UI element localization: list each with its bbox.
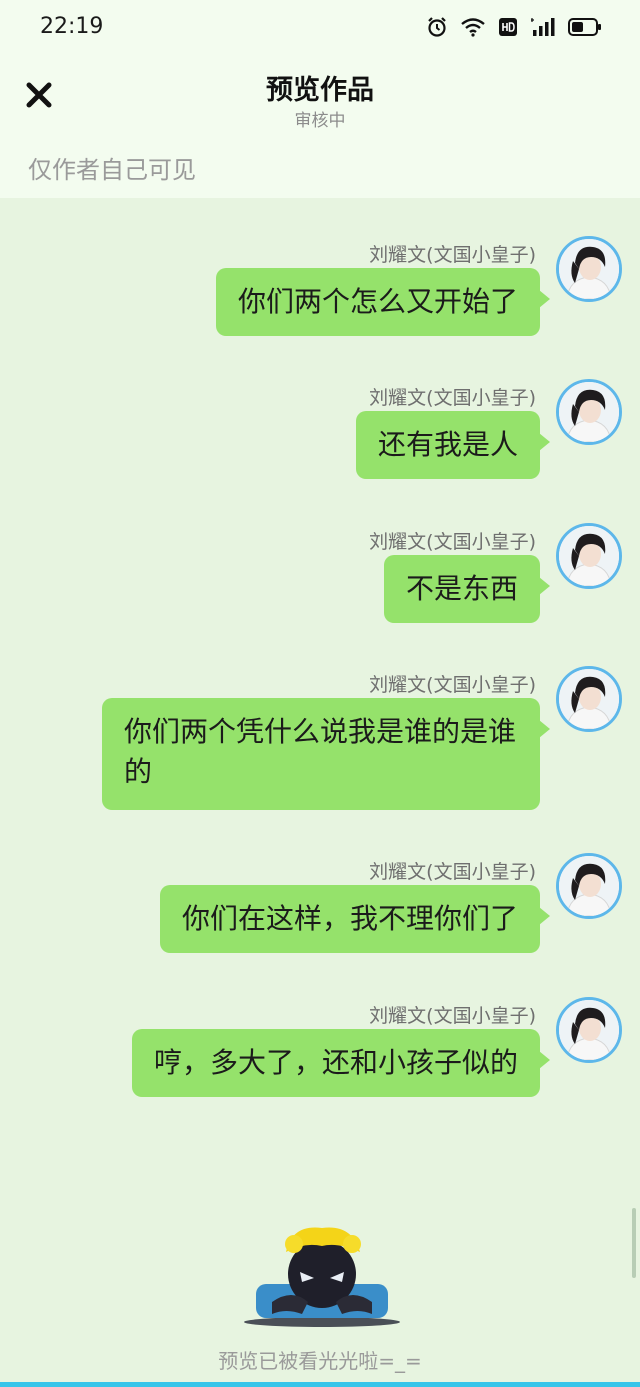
signal-4g-icon bbox=[531, 18, 555, 36]
message-bubble[interactable]: 还有我是人 bbox=[355, 411, 550, 479]
message-bubble[interactable]: 你们两个凭什么说我是谁的是谁的 bbox=[102, 698, 550, 810]
avatar[interactable] bbox=[556, 523, 622, 589]
sender-name: 刘耀文(文国小皇子) bbox=[369, 861, 536, 883]
hd-icon bbox=[499, 18, 517, 36]
sender-name: 刘耀文(文国小皇子) bbox=[369, 674, 536, 696]
message-text: 你们在这样，我不理你们了 bbox=[181, 902, 518, 935]
page-title: 预览作品 bbox=[266, 75, 374, 106]
status-bar: 22:19 bbox=[0, 0, 640, 58]
bubble-tail bbox=[539, 290, 550, 308]
avatar[interactable] bbox=[556, 236, 622, 302]
mascot-illustration bbox=[244, 1227, 400, 1327]
portrait-icon bbox=[559, 669, 619, 729]
bubble-tail bbox=[539, 720, 550, 738]
status-time: 22:19 bbox=[40, 14, 104, 39]
nav-bar: 预览作品 审核中 bbox=[0, 58, 640, 138]
portrait-icon bbox=[559, 382, 619, 442]
status-icons bbox=[426, 16, 602, 38]
sender-name: 刘耀文(文国小皇子) bbox=[369, 244, 536, 266]
avatar[interactable] bbox=[556, 379, 622, 445]
sender-name: 刘耀文(文国小皇子) bbox=[369, 387, 536, 409]
scroll-indicator bbox=[632, 1208, 636, 1278]
review-status: 审核中 bbox=[294, 111, 346, 131]
message-bubble[interactable]: 不是东西 bbox=[383, 555, 550, 623]
message-bubble[interactable]: 你们在这样，我不理你们了 bbox=[159, 885, 550, 953]
avatar[interactable] bbox=[556, 666, 622, 732]
footer-text: 预览已被看光光啦=_= bbox=[218, 1349, 422, 1373]
bubble-tail bbox=[539, 907, 550, 925]
message-text: 你们两个怎么又开始了 bbox=[237, 285, 518, 318]
message-text: 还有我是人 bbox=[377, 428, 518, 461]
battery-icon bbox=[568, 18, 601, 36]
message-text: 不是东西 bbox=[405, 572, 518, 605]
message-text: 哼，多大了，还和小孩子似的 bbox=[153, 1046, 518, 1079]
message-bubble[interactable]: 你们两个怎么又开始了 bbox=[215, 268, 550, 336]
bottom-bar bbox=[0, 1382, 640, 1387]
message-text: 你们两个凭什么说我是谁的是谁的 bbox=[124, 715, 517, 788]
avatar[interactable] bbox=[556, 853, 622, 919]
portrait-icon bbox=[559, 856, 619, 916]
sender-name: 刘耀文(文国小皇子) bbox=[369, 531, 536, 553]
visibility-note: 仅作者自己可见 bbox=[28, 156, 196, 184]
bubble-tail bbox=[539, 577, 550, 595]
wifi-icon bbox=[461, 18, 485, 37]
bubble-tail bbox=[539, 1051, 550, 1069]
alarm-icon bbox=[428, 17, 446, 37]
avatar[interactable] bbox=[556, 997, 622, 1063]
portrait-icon bbox=[559, 239, 619, 299]
bubble-tail bbox=[539, 433, 550, 451]
portrait-icon bbox=[559, 526, 619, 586]
sender-name: 刘耀文(文国小皇子) bbox=[369, 1005, 536, 1027]
portrait-icon bbox=[559, 1000, 619, 1060]
message-bubble[interactable]: 哼，多大了，还和小孩子似的 bbox=[131, 1029, 550, 1097]
